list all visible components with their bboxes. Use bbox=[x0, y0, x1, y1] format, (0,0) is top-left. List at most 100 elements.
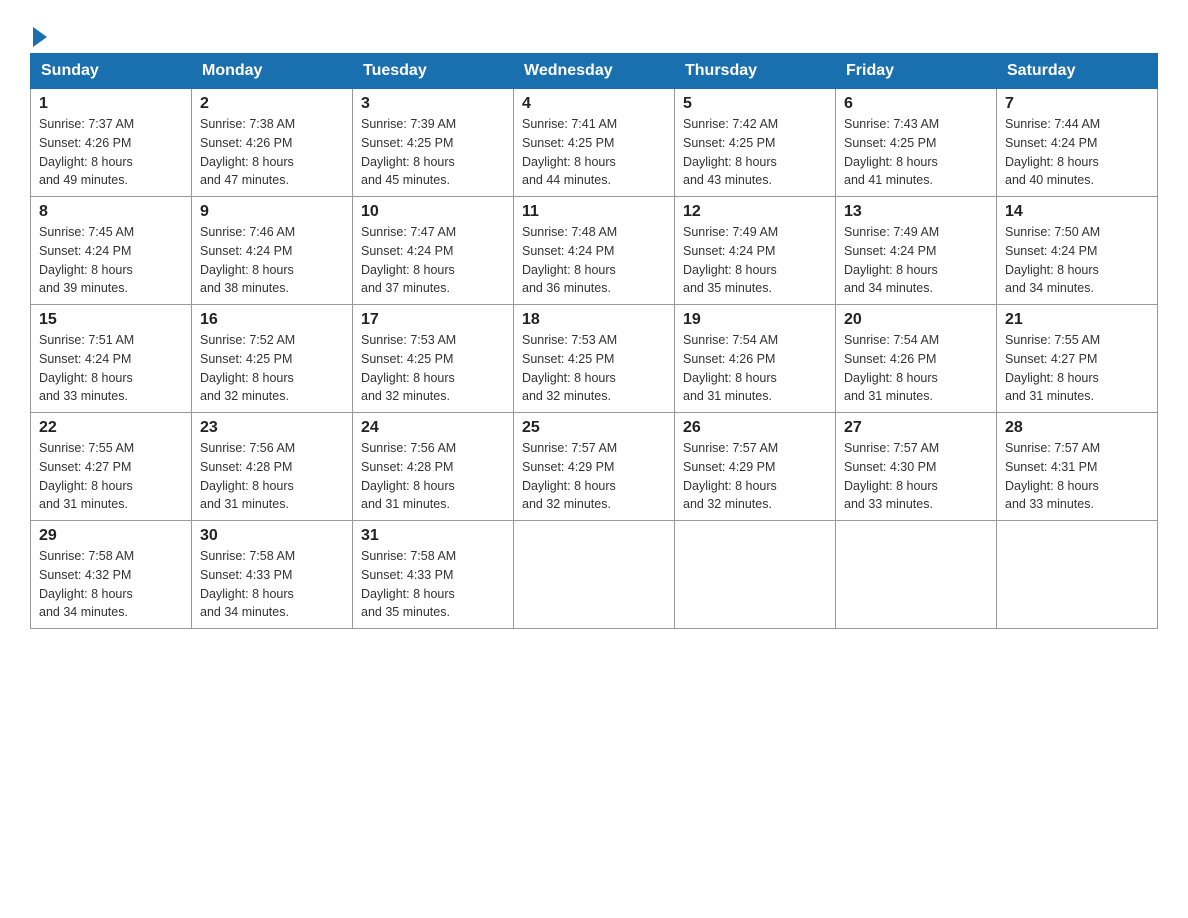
calendar-cell bbox=[514, 521, 675, 629]
day-number: 27 bbox=[844, 419, 988, 437]
day-number: 10 bbox=[361, 203, 505, 221]
day-number: 22 bbox=[39, 419, 183, 437]
calendar-cell: 17 Sunrise: 7:53 AMSunset: 4:25 PMDaylig… bbox=[353, 305, 514, 413]
day-number: 11 bbox=[522, 203, 666, 221]
day-number: 30 bbox=[200, 527, 344, 545]
calendar-cell bbox=[836, 521, 997, 629]
calendar-cell: 22 Sunrise: 7:55 AMSunset: 4:27 PMDaylig… bbox=[31, 413, 192, 521]
day-info: Sunrise: 7:46 AMSunset: 4:24 PMDaylight:… bbox=[200, 225, 295, 295]
calendar-cell: 26 Sunrise: 7:57 AMSunset: 4:29 PMDaylig… bbox=[675, 413, 836, 521]
day-number: 15 bbox=[39, 311, 183, 329]
day-number: 28 bbox=[1005, 419, 1149, 437]
day-number: 5 bbox=[683, 95, 827, 113]
calendar-cell: 28 Sunrise: 7:57 AMSunset: 4:31 PMDaylig… bbox=[997, 413, 1158, 521]
day-info: Sunrise: 7:38 AMSunset: 4:26 PMDaylight:… bbox=[200, 117, 295, 187]
calendar-cell: 12 Sunrise: 7:49 AMSunset: 4:24 PMDaylig… bbox=[675, 197, 836, 305]
day-number: 8 bbox=[39, 203, 183, 221]
day-info: Sunrise: 7:57 AMSunset: 4:29 PMDaylight:… bbox=[683, 441, 778, 511]
day-info: Sunrise: 7:57 AMSunset: 4:30 PMDaylight:… bbox=[844, 441, 939, 511]
day-info: Sunrise: 7:49 AMSunset: 4:24 PMDaylight:… bbox=[683, 225, 778, 295]
day-number: 4 bbox=[522, 95, 666, 113]
day-number: 29 bbox=[39, 527, 183, 545]
calendar-cell bbox=[997, 521, 1158, 629]
day-number: 2 bbox=[200, 95, 344, 113]
calendar-cell: 29 Sunrise: 7:58 AMSunset: 4:32 PMDaylig… bbox=[31, 521, 192, 629]
day-number: 23 bbox=[200, 419, 344, 437]
day-number: 21 bbox=[1005, 311, 1149, 329]
day-number: 26 bbox=[683, 419, 827, 437]
calendar-cell: 23 Sunrise: 7:56 AMSunset: 4:28 PMDaylig… bbox=[192, 413, 353, 521]
column-header-thursday: Thursday bbox=[675, 54, 836, 89]
day-info: Sunrise: 7:43 AMSunset: 4:25 PMDaylight:… bbox=[844, 117, 939, 187]
day-number: 31 bbox=[361, 527, 505, 545]
day-number: 1 bbox=[39, 95, 183, 113]
day-info: Sunrise: 7:54 AMSunset: 4:26 PMDaylight:… bbox=[683, 333, 778, 403]
column-header-saturday: Saturday bbox=[997, 54, 1158, 89]
day-info: Sunrise: 7:51 AMSunset: 4:24 PMDaylight:… bbox=[39, 333, 134, 403]
day-number: 20 bbox=[844, 311, 988, 329]
day-number: 3 bbox=[361, 95, 505, 113]
calendar-cell: 30 Sunrise: 7:58 AMSunset: 4:33 PMDaylig… bbox=[192, 521, 353, 629]
calendar-cell: 4 Sunrise: 7:41 AMSunset: 4:25 PMDayligh… bbox=[514, 89, 675, 197]
day-info: Sunrise: 7:57 AMSunset: 4:31 PMDaylight:… bbox=[1005, 441, 1100, 511]
day-number: 13 bbox=[844, 203, 988, 221]
calendar-cell: 5 Sunrise: 7:42 AMSunset: 4:25 PMDayligh… bbox=[675, 89, 836, 197]
day-number: 9 bbox=[200, 203, 344, 221]
column-header-friday: Friday bbox=[836, 54, 997, 89]
day-number: 19 bbox=[683, 311, 827, 329]
calendar-week-row: 22 Sunrise: 7:55 AMSunset: 4:27 PMDaylig… bbox=[31, 413, 1158, 521]
day-number: 14 bbox=[1005, 203, 1149, 221]
day-info: Sunrise: 7:55 AMSunset: 4:27 PMDaylight:… bbox=[39, 441, 134, 511]
calendar-cell: 15 Sunrise: 7:51 AMSunset: 4:24 PMDaylig… bbox=[31, 305, 192, 413]
day-info: Sunrise: 7:53 AMSunset: 4:25 PMDaylight:… bbox=[522, 333, 617, 403]
day-info: Sunrise: 7:57 AMSunset: 4:29 PMDaylight:… bbox=[522, 441, 617, 511]
calendar-cell: 3 Sunrise: 7:39 AMSunset: 4:25 PMDayligh… bbox=[353, 89, 514, 197]
day-number: 7 bbox=[1005, 95, 1149, 113]
day-number: 18 bbox=[522, 311, 666, 329]
calendar-cell: 9 Sunrise: 7:46 AMSunset: 4:24 PMDayligh… bbox=[192, 197, 353, 305]
day-info: Sunrise: 7:54 AMSunset: 4:26 PMDaylight:… bbox=[844, 333, 939, 403]
day-info: Sunrise: 7:55 AMSunset: 4:27 PMDaylight:… bbox=[1005, 333, 1100, 403]
calendar-cell: 31 Sunrise: 7:58 AMSunset: 4:33 PMDaylig… bbox=[353, 521, 514, 629]
calendar-cell bbox=[675, 521, 836, 629]
column-header-tuesday: Tuesday bbox=[353, 54, 514, 89]
calendar-cell: 14 Sunrise: 7:50 AMSunset: 4:24 PMDaylig… bbox=[997, 197, 1158, 305]
calendar-cell: 1 Sunrise: 7:37 AMSunset: 4:26 PMDayligh… bbox=[31, 89, 192, 197]
day-info: Sunrise: 7:41 AMSunset: 4:25 PMDaylight:… bbox=[522, 117, 617, 187]
day-info: Sunrise: 7:52 AMSunset: 4:25 PMDaylight:… bbox=[200, 333, 295, 403]
day-number: 12 bbox=[683, 203, 827, 221]
calendar-cell: 19 Sunrise: 7:54 AMSunset: 4:26 PMDaylig… bbox=[675, 305, 836, 413]
day-info: Sunrise: 7:58 AMSunset: 4:33 PMDaylight:… bbox=[200, 549, 295, 619]
calendar-cell: 20 Sunrise: 7:54 AMSunset: 4:26 PMDaylig… bbox=[836, 305, 997, 413]
calendar-cell: 13 Sunrise: 7:49 AMSunset: 4:24 PMDaylig… bbox=[836, 197, 997, 305]
day-number: 25 bbox=[522, 419, 666, 437]
day-number: 6 bbox=[844, 95, 988, 113]
calendar-cell: 11 Sunrise: 7:48 AMSunset: 4:24 PMDaylig… bbox=[514, 197, 675, 305]
calendar-cell: 24 Sunrise: 7:56 AMSunset: 4:28 PMDaylig… bbox=[353, 413, 514, 521]
logo-arrow-icon bbox=[33, 27, 47, 47]
day-number: 16 bbox=[200, 311, 344, 329]
day-number: 17 bbox=[361, 311, 505, 329]
calendar-cell: 6 Sunrise: 7:43 AMSunset: 4:25 PMDayligh… bbox=[836, 89, 997, 197]
day-info: Sunrise: 7:53 AMSunset: 4:25 PMDaylight:… bbox=[361, 333, 456, 403]
calendar-cell: 2 Sunrise: 7:38 AMSunset: 4:26 PMDayligh… bbox=[192, 89, 353, 197]
calendar-cell: 21 Sunrise: 7:55 AMSunset: 4:27 PMDaylig… bbox=[997, 305, 1158, 413]
day-info: Sunrise: 7:56 AMSunset: 4:28 PMDaylight:… bbox=[200, 441, 295, 511]
calendar-cell: 18 Sunrise: 7:53 AMSunset: 4:25 PMDaylig… bbox=[514, 305, 675, 413]
day-info: Sunrise: 7:49 AMSunset: 4:24 PMDaylight:… bbox=[844, 225, 939, 295]
calendar-cell: 10 Sunrise: 7:47 AMSunset: 4:24 PMDaylig… bbox=[353, 197, 514, 305]
day-info: Sunrise: 7:45 AMSunset: 4:24 PMDaylight:… bbox=[39, 225, 134, 295]
calendar-cell: 16 Sunrise: 7:52 AMSunset: 4:25 PMDaylig… bbox=[192, 305, 353, 413]
day-info: Sunrise: 7:42 AMSunset: 4:25 PMDaylight:… bbox=[683, 117, 778, 187]
calendar-cell: 27 Sunrise: 7:57 AMSunset: 4:30 PMDaylig… bbox=[836, 413, 997, 521]
calendar-week-row: 8 Sunrise: 7:45 AMSunset: 4:24 PMDayligh… bbox=[31, 197, 1158, 305]
day-info: Sunrise: 7:50 AMSunset: 4:24 PMDaylight:… bbox=[1005, 225, 1100, 295]
calendar-table: SundayMondayTuesdayWednesdayThursdayFrid… bbox=[30, 53, 1158, 629]
day-info: Sunrise: 7:56 AMSunset: 4:28 PMDaylight:… bbox=[361, 441, 456, 511]
day-info: Sunrise: 7:37 AMSunset: 4:26 PMDaylight:… bbox=[39, 117, 134, 187]
calendar-week-row: 15 Sunrise: 7:51 AMSunset: 4:24 PMDaylig… bbox=[31, 305, 1158, 413]
day-info: Sunrise: 7:39 AMSunset: 4:25 PMDaylight:… bbox=[361, 117, 456, 187]
day-info: Sunrise: 7:58 AMSunset: 4:33 PMDaylight:… bbox=[361, 549, 456, 619]
calendar-cell: 8 Sunrise: 7:45 AMSunset: 4:24 PMDayligh… bbox=[31, 197, 192, 305]
page-header bbox=[30, 20, 1158, 43]
